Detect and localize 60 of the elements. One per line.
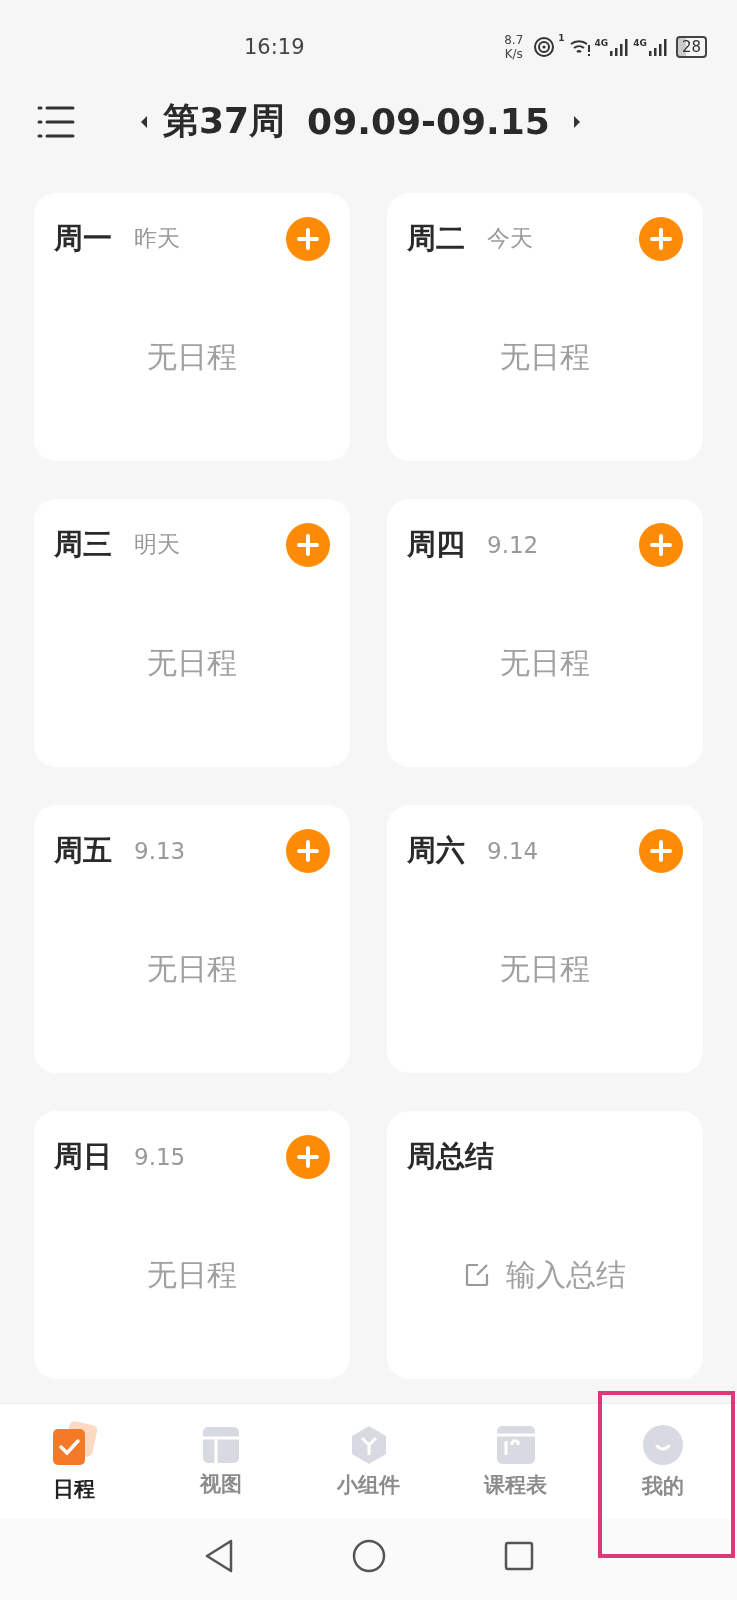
day-card[interactable]: 周一 昨天 无日程 — [34, 192, 350, 461]
day-name: 周五 — [54, 831, 112, 869]
smiley-icon — [642, 1423, 685, 1466]
day-name: 周六 — [407, 831, 465, 869]
add-icon[interactable] — [286, 1134, 330, 1179]
back-icon[interactable] — [203, 1538, 234, 1573]
menu-icon[interactable] — [37, 104, 75, 139]
day-date: 今天 — [487, 224, 533, 254]
day-card[interactable]: 周三 明天 无日程 — [34, 498, 350, 767]
day-date: 9.15 — [134, 1143, 186, 1170]
day-name: 周日 — [54, 1137, 112, 1175]
day-name: 周二 — [407, 219, 465, 257]
recents-icon[interactable] — [503, 1540, 534, 1571]
signal-icon — [609, 38, 630, 57]
add-icon[interactable] — [286, 828, 330, 873]
edit-icon[interactable] — [464, 1262, 490, 1289]
week-title: 第37周 — [163, 99, 286, 144]
summary-title: 周总结 — [407, 1137, 494, 1175]
network-type: 4G — [633, 38, 647, 49]
wifi-icon — [568, 37, 591, 58]
status-time: 16:19 — [244, 34, 305, 60]
previous-arrow-icon[interactable] — [139, 114, 149, 129]
add-icon[interactable] — [639, 522, 683, 567]
week-range: 09.09-09.15 — [307, 101, 550, 143]
network-speed: 8.7 K/s — [504, 33, 524, 62]
signal-icon — [647, 38, 668, 57]
nav-tab[interactable]: 日程 — [0, 1403, 148, 1520]
day-card[interactable]: 周六 9.14 无日程 — [387, 804, 703, 1073]
empty-schedule-text: 无日程 — [147, 337, 237, 376]
day-date: 昨天 — [134, 224, 180, 254]
day-date: 9.14 — [487, 837, 539, 864]
day-card[interactable]: 周五 9.13 无日程 — [34, 804, 350, 1073]
battery-indicator: 28 — [675, 36, 707, 59]
cube-icon — [349, 1424, 388, 1465]
network-type: 4G — [594, 38, 609, 49]
empty-schedule-text: 无日程 — [500, 337, 590, 376]
day-name: 周三 — [54, 525, 112, 563]
empty-schedule-text: 无日程 — [147, 949, 237, 988]
empty-schedule-text: 无日程 — [147, 643, 237, 682]
day-date: 9.13 — [134, 837, 186, 864]
day-name: 周一 — [54, 219, 112, 257]
add-icon[interactable] — [286, 216, 330, 261]
hotspot-count: 1 — [558, 33, 565, 44]
empty-schedule-text: 无日程 — [500, 949, 590, 988]
day-date: 9.12 — [487, 531, 539, 558]
day-card[interactable]: 周二 今天 无日程 — [387, 192, 703, 461]
empty-schedule-text: 无日程 — [500, 643, 590, 682]
empty-schedule-text: 无日程 — [147, 1255, 237, 1294]
add-icon[interactable] — [639, 216, 683, 261]
calendar-icon — [495, 1424, 536, 1465]
add-icon[interactable] — [286, 522, 330, 567]
add-icon[interactable] — [639, 828, 683, 873]
next-arrow-icon[interactable] — [571, 114, 582, 129]
home-icon[interactable] — [351, 1538, 386, 1573]
day-name: 周四 — [407, 525, 465, 563]
day-card[interactable]: 周日 9.15 无日程 — [34, 1110, 350, 1379]
day-card[interactable]: 周四 9.12 无日程 — [387, 498, 703, 767]
layout-icon — [202, 1425, 241, 1464]
day-date: 明天 — [134, 530, 180, 560]
day-card[interactable]: 周总结 输入总结 — [387, 1110, 703, 1379]
